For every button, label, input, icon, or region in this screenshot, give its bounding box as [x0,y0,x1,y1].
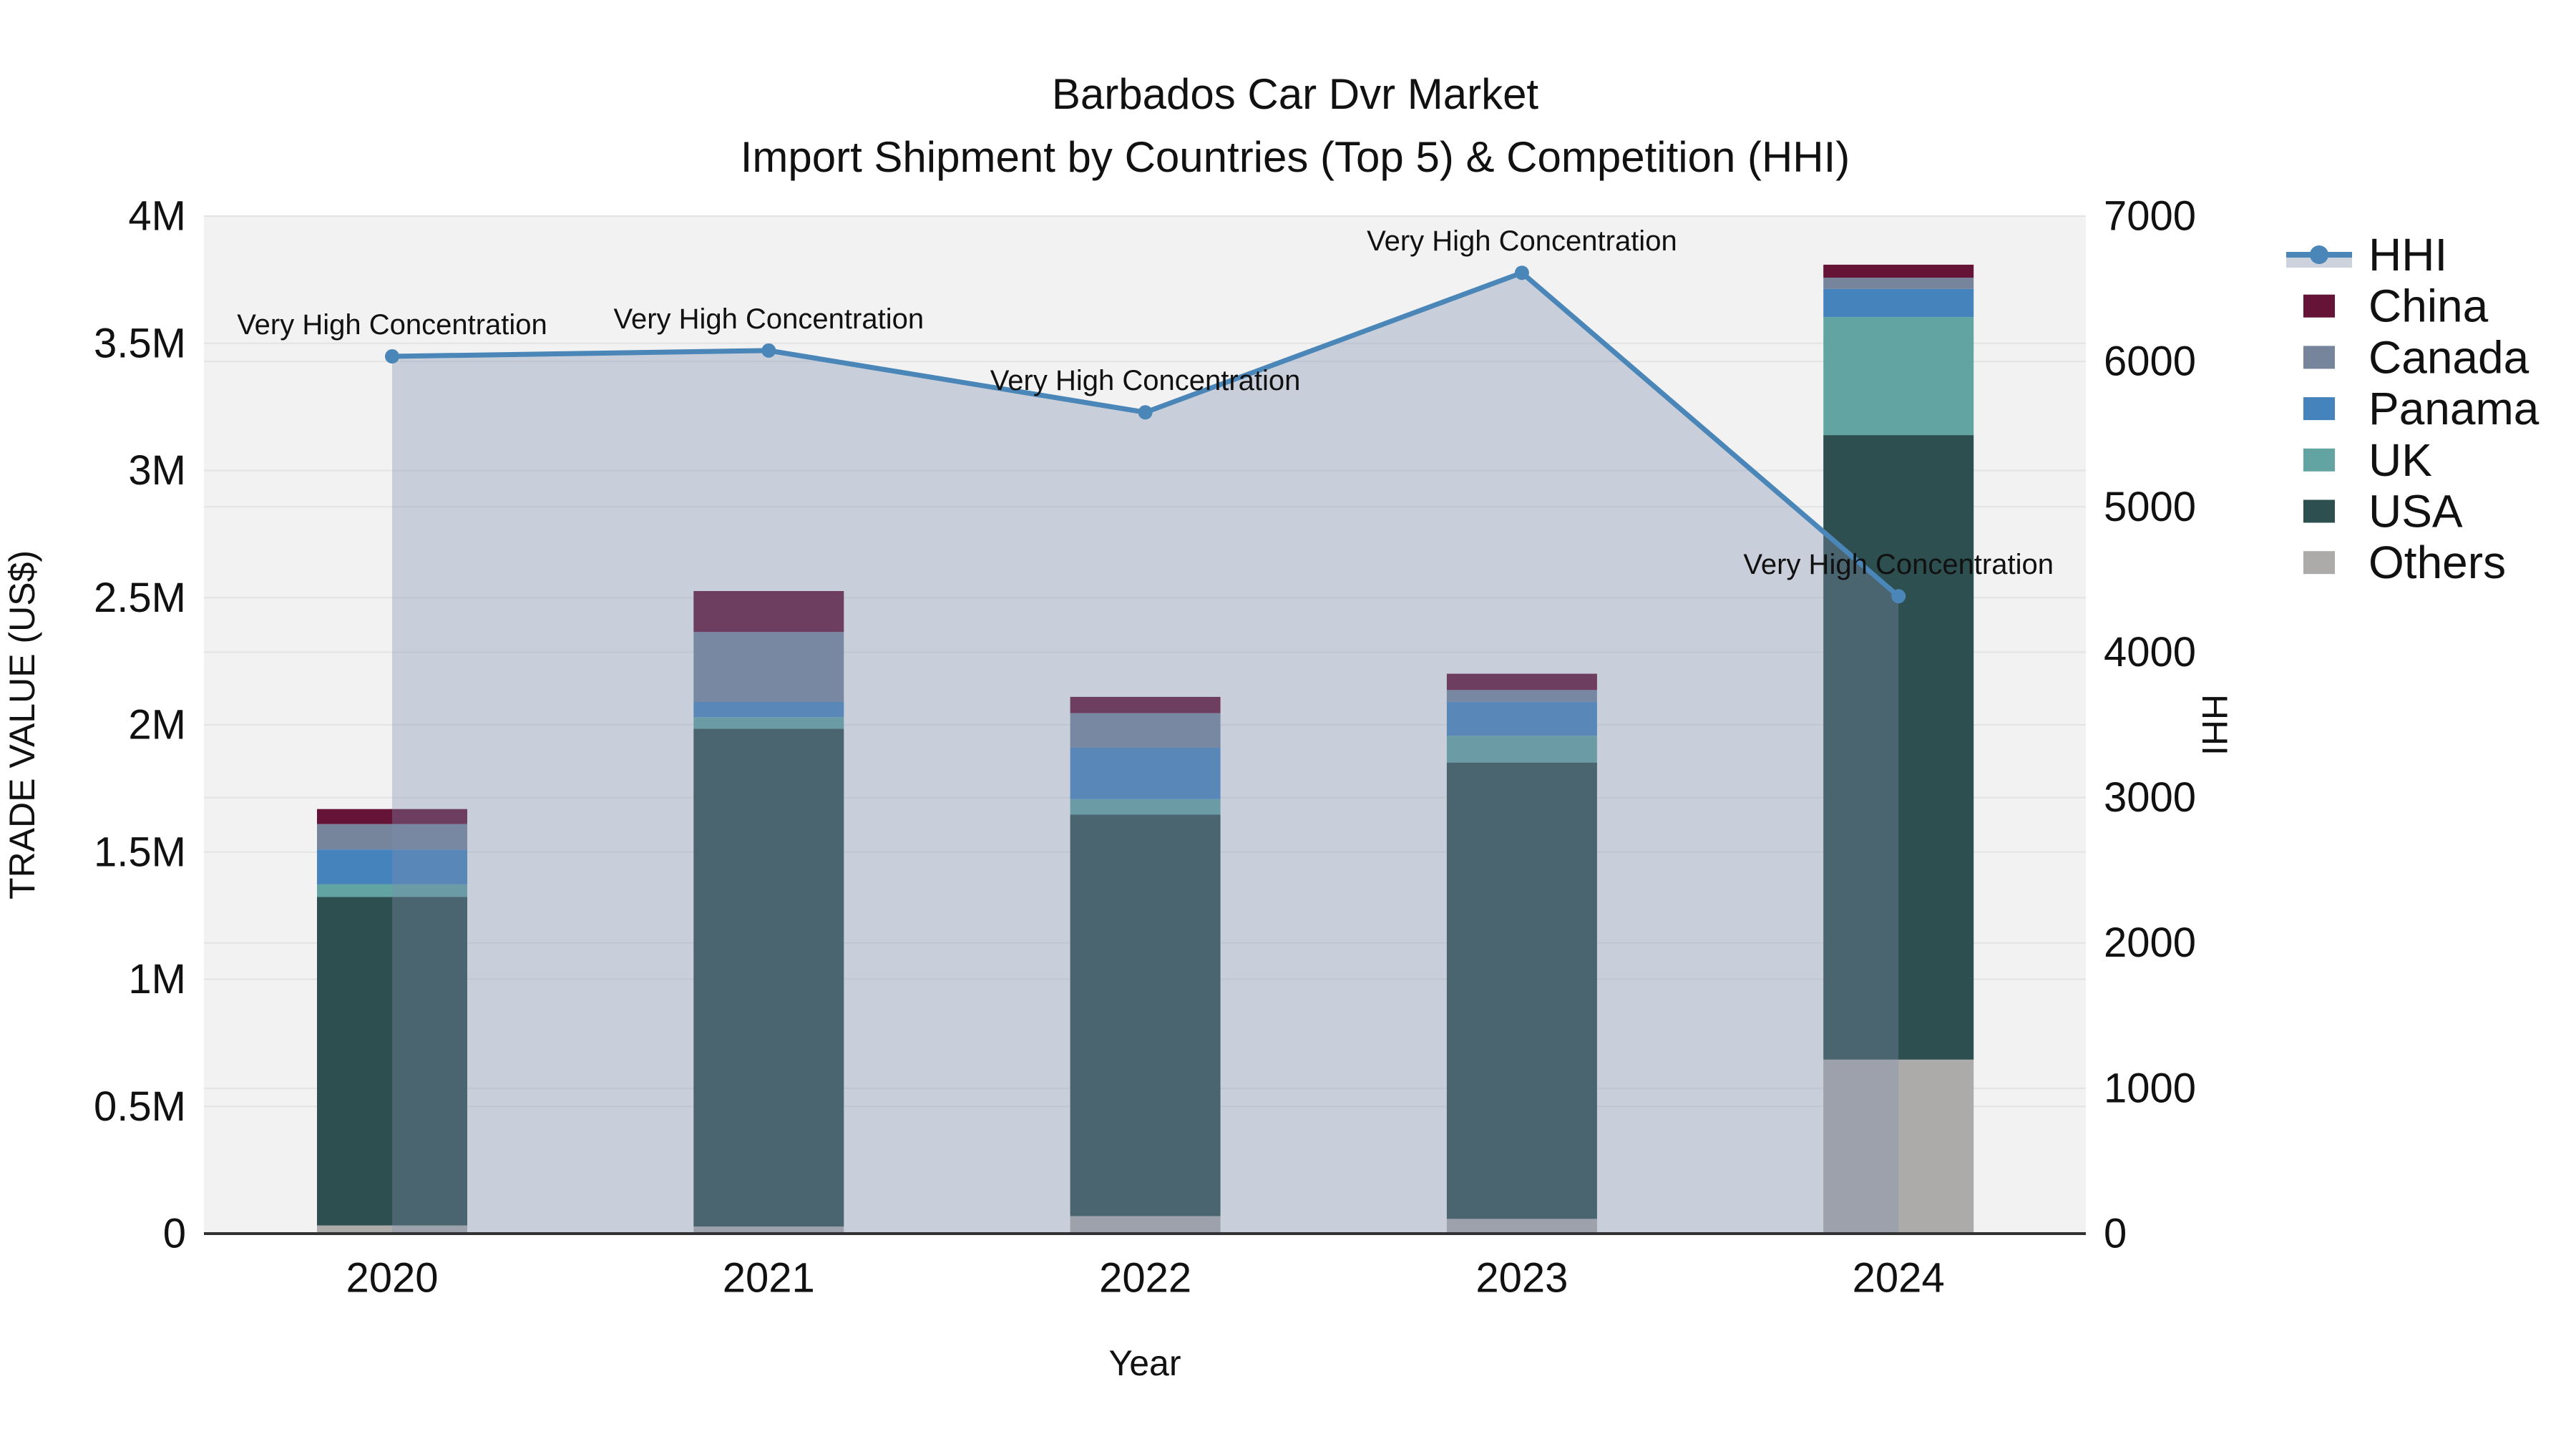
y-right-tick-label: 0 [2104,1211,2127,1257]
legend-label: UK [2368,434,2432,486]
y-right-tick-label: 5000 [2104,484,2196,530]
legend-label: HHI [2368,229,2447,280]
chart-subtitle: Import Shipment by Countries (Top 5) & C… [741,133,1850,181]
y-left-tick-label: 2M [128,702,186,748]
x-tick-label: 2023 [1475,1255,1568,1302]
hhi-marker-2022 [1138,405,1153,420]
legend-swatch [2303,346,2335,369]
legend-label: USA [2368,486,2463,537]
legend-swatch [2303,397,2335,421]
legend: HHIChinaCanadaPanamaUKUSAOthers [2286,229,2540,588]
x-axis-title: Year [1108,1343,1181,1383]
y-left-tick-label: 1.5M [94,829,186,875]
legend-item-hhi: HHI [2286,229,2447,280]
legend-item-china: China [2303,280,2489,332]
hhi-marker-2021 [761,343,776,358]
y-right-tick-label: 7000 [2104,193,2196,240]
legend-item-others: Others [2303,537,2506,588]
annotation-2023: Very High Concentration [1367,225,1677,257]
y-left-tick-label: 3M [128,447,186,494]
y-left-tick-label: 0.5M [94,1083,186,1130]
y-right-tick-label: 3000 [2104,774,2196,821]
legend-swatch [2303,551,2335,575]
x-tick-label: 2022 [1099,1255,1191,1302]
chart-figure: 0 0.5M 1M 1.5M 2M 2.5M 3M 3.5M 4M 0 1000 2000 3000 40… [0,0,2576,1449]
y-right-tick-label: 4000 [2104,629,2196,675]
bar-segment-panama-2024 [1823,288,1974,318]
x-tick-label: 2020 [346,1255,438,1302]
bar-segment-china-2024 [1823,264,1974,278]
hhi-marker-2023 [1514,265,1529,280]
y-left-tick-label: 0 [163,1211,186,1257]
annotation-2020: Very High Concentration [237,309,547,341]
legend-swatch [2303,499,2335,523]
x-tick-label: 2021 [723,1255,815,1302]
y-left-tick-label: 2.5M [94,575,186,621]
annotation-2021: Very High Concentration [614,303,924,335]
annotation-2024: Very High Concentration [1743,549,2054,580]
x-tick-label: 2024 [1853,1255,1945,1302]
y-right-tick-label: 6000 [2104,338,2196,385]
bar-segment-canada-2024 [1823,278,1974,289]
legend-label: China [2368,280,2489,332]
bar-segment-uk-2024 [1823,317,1974,436]
legend-label: Others [2368,537,2506,588]
hhi-marker-2024 [1891,589,1906,604]
legend-item-canada: Canada [2303,331,2529,383]
y-right-tick-label: 2000 [2104,919,2196,966]
y-right-axis-title: HHI [2195,694,2235,756]
legend-label: Panama [2368,383,2540,434]
annotation-2022: Very High Concentration [990,365,1301,396]
legend-swatch [2303,448,2335,472]
y-left-tick-label: 1M [128,956,186,1002]
legend-item-uk: UK [2303,434,2432,486]
legend-item-panama: Panama [2303,383,2540,434]
y-right-tick-label: 1000 [2104,1065,2196,1111]
chart-canvas: 0 0.5M 1M 1.5M 2M 2.5M 3M 3.5M 4M 0 1000 2000 3000 40… [2,70,2540,1383]
hhi-marker-swatch [2310,245,2328,264]
legend-swatch [2303,294,2335,318]
hhi-marker-2020 [385,349,399,364]
plot-area: 0 0.5M 1M 1.5M 2M 2.5M 3M 3.5M 4M 0 1000 2000 3000 40… [94,193,2196,1302]
y-left-tick-label: 3.5M [94,320,186,366]
legend-label: Canada [2368,331,2529,383]
legend-item-usa: USA [2303,486,2463,537]
chart-title: Barbados Car Dvr Market [1052,70,1539,118]
y-left-tick-label: 4M [128,193,186,240]
y-left-axis-title: TRADE VALUE (US$) [2,550,42,899]
